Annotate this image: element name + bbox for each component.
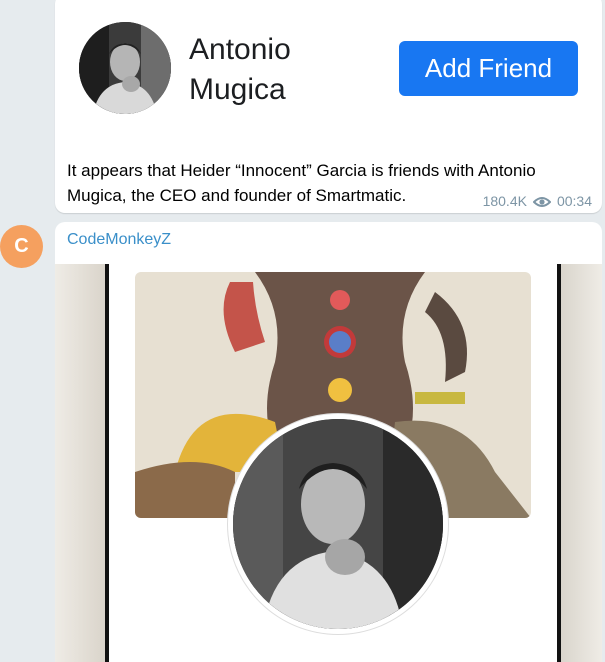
add-friend-button[interactable]: Add Friend <box>399 41 578 96</box>
message-bubble[interactable]: Antonio Mugica Add Friend It appears tha… <box>55 0 602 213</box>
profile-photo <box>79 22 171 114</box>
sender-avatar[interactable]: C <box>0 225 43 268</box>
view-count: 180.4K <box>482 193 527 209</box>
eye-icon <box>532 195 552 207</box>
message-media[interactable] <box>55 264 602 662</box>
message-bubble[interactable]: CodeMonkeyZ <box>55 222 602 662</box>
profile-photo-large <box>228 414 448 634</box>
facebook-profile-screenshot: Antonio Mugica Add Friend <box>55 0 602 144</box>
sender-name[interactable]: CodeMonkeyZ <box>67 231 171 249</box>
image-frame <box>105 264 561 662</box>
profile-name: Antonio Mugica <box>189 33 291 106</box>
message-time: 00:34 <box>556 193 592 209</box>
message-feed: Antonio Mugica Add Friend It appears tha… <box>0 0 605 662</box>
message-meta: 180.4K 00:34 <box>483 193 592 209</box>
